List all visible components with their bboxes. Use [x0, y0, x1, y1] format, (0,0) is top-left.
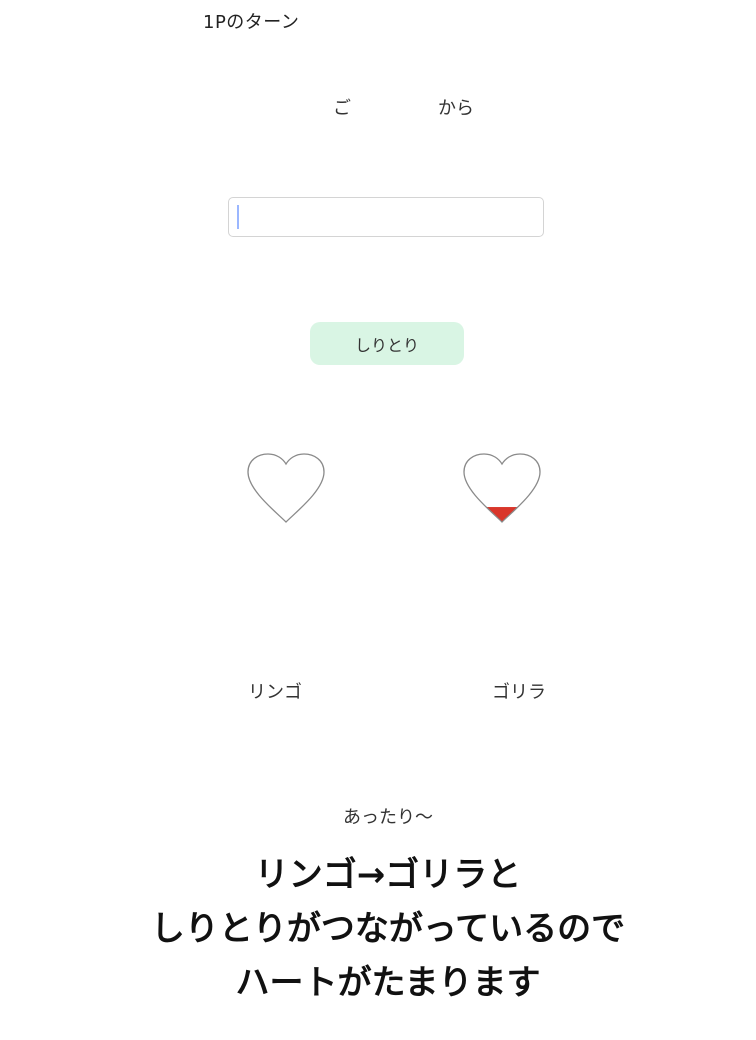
current-word: ゴリラ — [492, 682, 546, 703]
turn-indicator: 1Pのターン — [203, 12, 300, 33]
caption-line: リンゴ→ゴリラと — [254, 855, 522, 895]
explanation-caption: リンゴ→ゴリラと しりとりがつながっているので ハートがたまります — [0, 848, 756, 1010]
heart-outline-icon — [247, 453, 325, 523]
text-caret — [237, 205, 239, 229]
shiritori-submit-button[interactable]: しりとり — [310, 322, 464, 365]
prompt-suffix: から — [438, 98, 474, 119]
heart-fill-level — [464, 507, 540, 522]
word-input[interactable] — [228, 197, 544, 237]
caption-line: ハートがたまります — [235, 963, 541, 1003]
caption-line: しりとりがつながっているので — [150, 909, 626, 949]
previous-word: リンゴ — [248, 682, 302, 703]
result-message: あったり〜 — [343, 807, 433, 828]
prompt-start-char: ご — [333, 98, 351, 119]
prompt-row: ご から — [0, 94, 756, 124]
heart-partial-fill-icon — [463, 453, 541, 523]
